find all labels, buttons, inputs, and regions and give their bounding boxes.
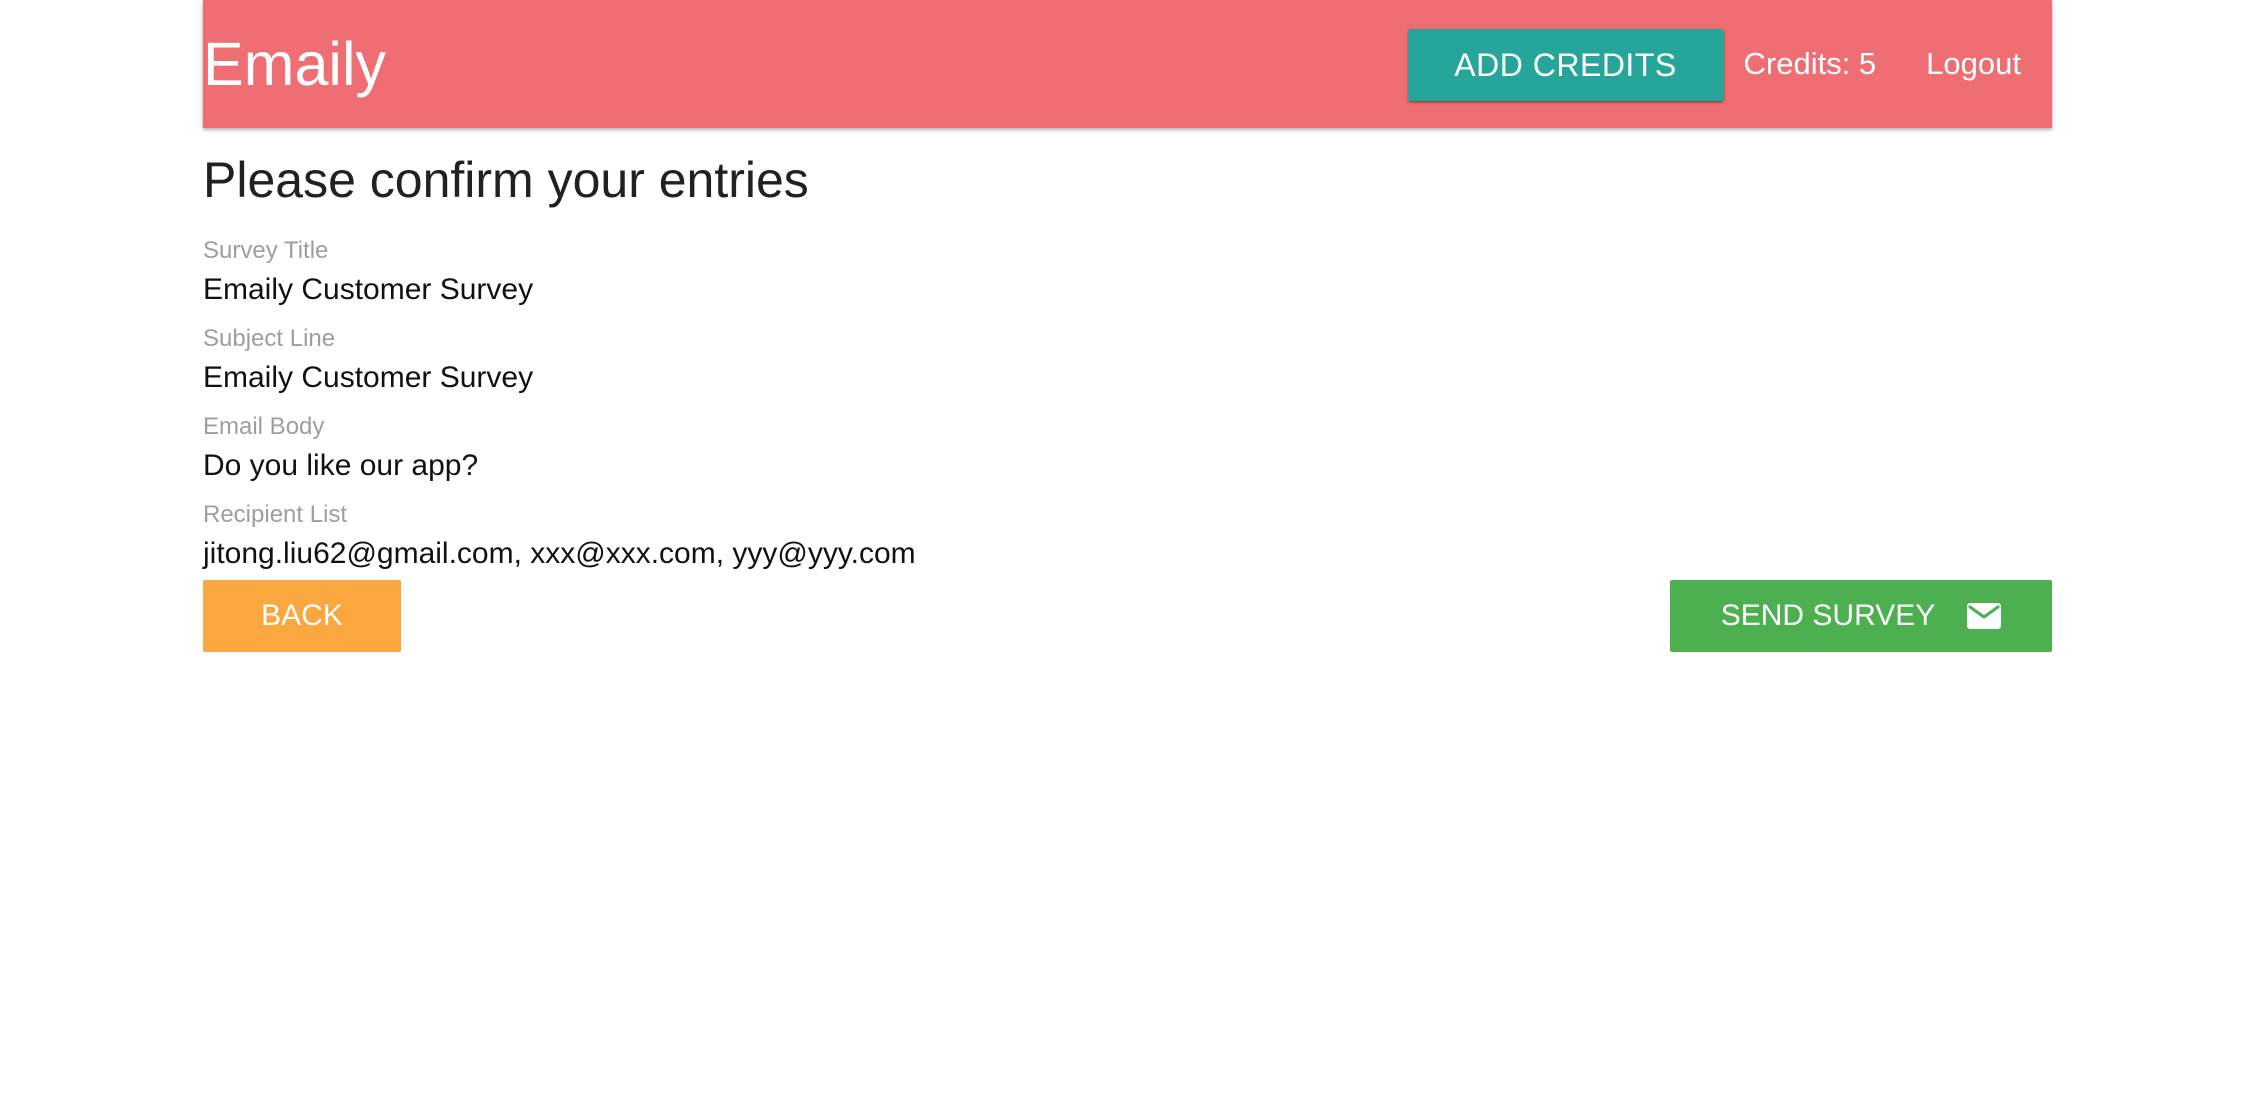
logout-link[interactable]: Logout [1906,0,2052,128]
field-value: Emaily Customer Survey [203,361,534,394]
back-button[interactable]: BACK [203,580,401,652]
page-container: Emaily ADD CREDITS Credits: 5 Logout Ple… [203,0,2052,652]
field-value: Emaily Customer Survey [203,273,534,306]
field-value: Do you like our app? [203,449,479,482]
page-title: Please confirm your entries [203,152,809,208]
field-label: Survey Title [203,237,329,264]
credits-count: Credits: 5 [1743,46,1877,81]
brand-logo[interactable]: Emaily [203,22,386,106]
send-survey-button[interactable]: SEND SURVEY [1670,580,2052,652]
field-value: jitong.liu62@gmail.com, xxx@xxx.com, yyy… [203,537,916,570]
field-label: Email Body [203,413,325,440]
email-icon [1967,603,2002,629]
field-label: Subject Line [203,325,336,352]
top-navbar: Emaily ADD CREDITS Credits: 5 Logout [203,0,2052,128]
send-survey-label: SEND SURVEY [1720,599,1936,632]
add-credits-button[interactable]: ADD CREDITS [1407,29,1724,101]
field-label: Recipient List [203,501,348,528]
nav-right-group: ADD CREDITS Credits: 5 Logout [1407,0,2053,128]
